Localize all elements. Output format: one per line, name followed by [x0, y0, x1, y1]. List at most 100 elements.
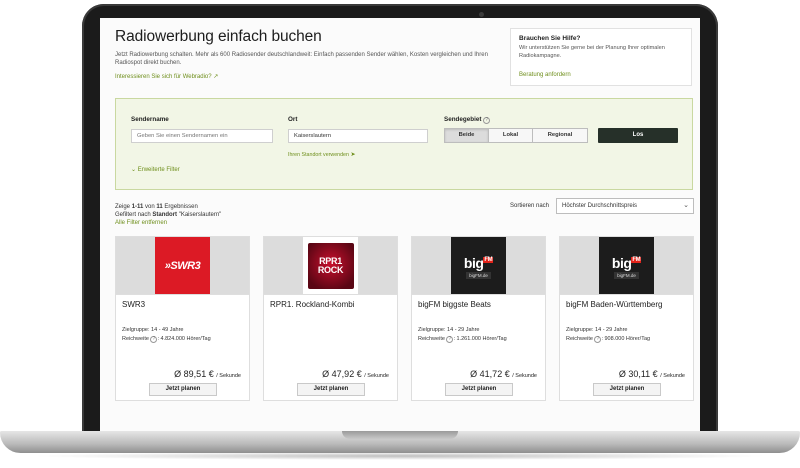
- card-divider: [116, 294, 249, 295]
- card-target-group: Zielgruppe: 14 - 29 Jahre: [418, 327, 480, 333]
- plan-button[interactable]: Jetzt planen: [149, 383, 217, 396]
- logo-sub: bigFM.de: [614, 271, 639, 279]
- logo-big: big: [463, 254, 484, 271]
- bigfm-wordmark: bigFM: [611, 253, 642, 271]
- page-title: Radiowerbung einfach buchen: [115, 28, 322, 45]
- info-circle-icon[interactable]: ?: [150, 336, 158, 343]
- logo-line-2: ROCK: [317, 264, 344, 275]
- results-count-prefix: Zeige: [115, 204, 131, 210]
- use-location-label[interactable]: Ihren Standort verwenden: [288, 152, 349, 158]
- area-segmented-control: Beide Lokal Regional: [444, 128, 588, 143]
- reach-label: Reichweite: [566, 336, 593, 342]
- results-total: 11: [156, 204, 163, 210]
- area-option-beide[interactable]: Beide: [445, 129, 489, 142]
- price-value: Ø 30,11 €: [618, 369, 658, 379]
- station-card[interactable]: RPR1 ROCK RPR1. Rockland-Kombi Ø 47,92 €…: [263, 236, 398, 401]
- card-price: Ø 47,92 € / Sekunde: [322, 369, 389, 379]
- logo-text: »SWR3: [164, 259, 201, 272]
- station-name-input[interactable]: [131, 129, 273, 143]
- station-card[interactable]: bigFM bigFM.de bigFM biggste Beats Zielg…: [411, 236, 546, 401]
- help-text: Wir unterstützen Sie gerne bei der Planu…: [519, 45, 665, 59]
- advanced-filters-toggle[interactable]: ⌄ Erweiterte Filter: [131, 166, 180, 173]
- card-title[interactable]: SWR3: [122, 300, 145, 309]
- sort-select-value[interactable]: Höchster Durchschnittspreis: [562, 203, 637, 209]
- card-title[interactable]: bigFM biggste Beats: [418, 300, 491, 309]
- info-circle-icon[interactable]: ?: [594, 336, 602, 343]
- price-unit: / Sekunde: [660, 373, 685, 379]
- area-option-regional[interactable]: Regional: [533, 129, 587, 142]
- card-price: Ø 30,11 € / Sekunde: [619, 369, 685, 379]
- help-title: Brauchen Sie Hilfe?: [519, 35, 581, 42]
- card-logo-area: bigFM bigFM.de: [560, 237, 693, 294]
- card-price: Ø 41,72 € / Sekunde: [470, 369, 537, 379]
- sort-label: Sortieren nach: [510, 203, 550, 209]
- filter-info-value: "Kaiserslautern": [178, 212, 222, 218]
- card-logo-area: bigFM bigFM.de: [412, 237, 545, 294]
- area-option-lokal[interactable]: Lokal: [489, 129, 533, 142]
- card-target-group: Zielgruppe: 14 - 29 Jahre: [566, 327, 628, 333]
- webradio-link-label[interactable]: Interessieren Sie sich für Webradio?: [115, 74, 212, 80]
- plan-button[interactable]: Jetzt planen: [297, 383, 365, 396]
- price-unit: / Sekunde: [216, 373, 241, 379]
- card-price: Ø 89,51 € / Sekunde: [174, 369, 241, 379]
- card-divider: [560, 294, 693, 295]
- caret-down-icon: ⌄: [683, 202, 689, 209]
- info-circle-icon[interactable]: ?: [446, 336, 454, 343]
- bigfm-wordmark: bigFM: [463, 253, 494, 271]
- price-unit: / Sekunde: [364, 373, 389, 379]
- active-filter-info: Gefiltert nach Standort "Kaiserslautern": [115, 211, 221, 219]
- camera-icon: [479, 12, 484, 17]
- remove-all-filters-link[interactable]: Alle Filter entfernen: [115, 220, 167, 226]
- card-target-group: Zielgruppe: 14 - 49 Jahre: [122, 327, 184, 333]
- price-value: Ø 41,72 €: [470, 369, 510, 379]
- area-label-text: Sendegebiet: [444, 116, 482, 123]
- station-card[interactable]: »SWR3 SWR3 Zielgruppe: 14 - 49 Jahre Rei…: [115, 236, 250, 401]
- station-label: Sendername: [131, 116, 169, 123]
- card-divider: [412, 294, 545, 295]
- card-title[interactable]: bigFM Baden-Württemberg: [566, 300, 662, 309]
- reach-label: Reichweite: [418, 336, 445, 342]
- intro-text: Jetzt Radiowerbung schalten. Mehr als 60…: [115, 52, 488, 66]
- results-count-suffix: Ergebnissen: [164, 204, 198, 210]
- external-link-icon: ↗: [213, 74, 219, 80]
- logo-sub: bigFM.de: [466, 271, 491, 279]
- sort-select[interactable]: Höchster Durchschnittspreis ⌄: [556, 198, 694, 214]
- rpr-logo-badge: RPR1 ROCK: [307, 242, 354, 289]
- advanced-filters-label[interactable]: Erweiterte Filter: [138, 167, 180, 173]
- webradio-link[interactable]: Interessieren Sie sich für Webradio? ↗: [115, 73, 218, 80]
- logo-big: big: [611, 254, 632, 271]
- search-submit-button[interactable]: Los: [598, 128, 678, 143]
- card-reach: Reichweite ?: 4.824.000 Hörer/Tag: [122, 336, 211, 343]
- station-card[interactable]: bigFM bigFM.de bigFM Baden-Württemberg Z…: [559, 236, 694, 401]
- chevron-down-icon: ⌄: [131, 167, 137, 173]
- card-title[interactable]: RPR1. Rockland-Kombi: [270, 300, 354, 309]
- plan-button[interactable]: Jetzt planen: [445, 383, 513, 396]
- results-count-mid: von: [145, 204, 155, 210]
- reach-value: 908.000 Hörer/Tag: [604, 336, 651, 342]
- location-label: Ort: [288, 116, 298, 123]
- results-count: Zeige 1-11 von 11 Ergebnissen: [115, 203, 198, 211]
- station-logo: bigFM bigFM.de: [451, 237, 506, 294]
- laptop-notch: [342, 431, 458, 439]
- browser-screen: Radiowerbung einfach buchen Jetzt Radiow…: [100, 18, 700, 431]
- filter-panel: Sendername Ort Ihren Standort verwenden …: [115, 98, 693, 190]
- card-divider: [264, 294, 397, 295]
- logo-fm: FM: [483, 256, 494, 263]
- card-reach: Reichweite ?: 908.000 Hörer/Tag: [566, 336, 651, 343]
- reach-label: Reichweite: [122, 336, 149, 342]
- location-arrow-icon: ➤: [350, 152, 356, 158]
- laptop-shadow: [30, 452, 770, 460]
- card-reach: Reichweite ?: 1.261.000 Hörer/Tag: [418, 336, 507, 343]
- consultation-link[interactable]: Beratung anfordern: [519, 72, 571, 78]
- station-logo: bigFM bigFM.de: [599, 237, 654, 294]
- price-value: Ø 47,92 €: [322, 369, 362, 379]
- results-range: 1-11: [131, 204, 144, 210]
- help-circle-icon[interactable]: ?: [483, 117, 491, 124]
- plan-button[interactable]: Jetzt planen: [593, 383, 661, 396]
- station-logo: RPR1 ROCK: [303, 237, 358, 294]
- logo-fm: FM: [631, 256, 642, 263]
- use-location-link[interactable]: Ihren Standort verwenden ➤: [288, 151, 355, 158]
- location-input[interactable]: [288, 129, 428, 143]
- price-unit: / Sekunde: [512, 373, 537, 379]
- card-logo-area: »SWR3: [116, 237, 249, 294]
